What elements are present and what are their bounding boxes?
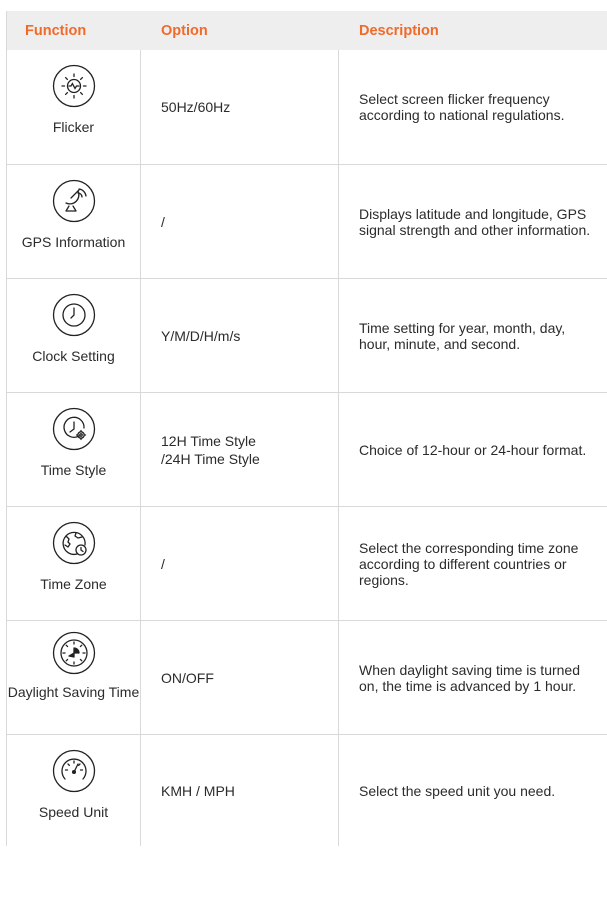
function-label: Time Style [40,462,107,478]
description-cell: Choice of 12-hour or 24-hour format. [359,441,587,458]
table-row: GPS Information / Displays latitude and … [7,164,607,278]
function-cell: GPS Information [7,165,141,278]
table-row: Time Style 12H Time Style /24H Time Styl… [7,392,607,506]
description-cell: Displays latitude and longitude, GPS sig… [359,205,591,238]
function-label: Speed Unit [38,804,109,820]
function-cell: Time Zone [7,507,141,620]
description-cell: Select screen flicker frequency accordin… [359,91,565,123]
function-label: GPS Information [21,234,126,250]
description-cell: Select the corresponding time zone accor… [359,539,579,588]
function-cell: Speed Unit [7,735,141,846]
option-cell: / [141,165,339,278]
speedometer-icon [52,749,96,793]
table-row: Clock Setting Y/M/D/H/m/s Time setting f… [7,278,607,392]
clock-gear-icon [52,407,96,451]
function-label: Daylight Saving Time [7,684,140,700]
table-row: Speed Unit KMH / MPH Select the speed un… [7,734,607,846]
function-cell: Time Style [7,393,141,506]
function-label: Time Zone [40,576,107,592]
function-cell: Daylight Saving Time [7,621,141,734]
description-cell: When daylight saving time is turned on, … [359,661,580,694]
function-label: Flicker [52,119,95,135]
option-cell: 12H Time Style /24H Time Style [141,393,339,506]
flicker-icon [52,64,96,108]
function-cell: Clock Setting [7,279,141,392]
table-row: Flicker 50Hz/60Hz Select screen flicker … [7,50,607,164]
settings-table: Function Option Description Flicker 50Hz… [6,11,607,846]
option-cell: ON/OFF [141,621,339,734]
function-cell: Flicker [7,50,141,164]
option-cell: Y/M/D/H/m/s [141,279,339,392]
description-cell: Time setting for year, month, day, hour,… [359,319,566,352]
header-function: Function [25,22,87,39]
gps-satellite-icon [52,179,96,223]
header-description: Description [359,22,439,39]
option-cell: KMH / MPH [141,735,339,846]
option-text: 12H Time Style /24H Time Style [161,432,260,467]
option-cell: 50Hz/60Hz [141,50,339,164]
globe-clock-icon [52,521,96,565]
daylight-saving-icon [52,631,96,675]
table-row: Daylight Saving Time ON/OFF When dayligh… [7,620,607,734]
table-header: Function Option Description [7,11,607,50]
description-cell: Select the speed unit you need. [359,782,556,799]
header-option: Option [161,22,208,39]
function-label: Clock Setting [32,348,115,364]
option-cell: / [141,507,339,620]
table-row: Time Zone / Select the corresponding tim… [7,506,607,620]
clock-icon [52,293,96,337]
